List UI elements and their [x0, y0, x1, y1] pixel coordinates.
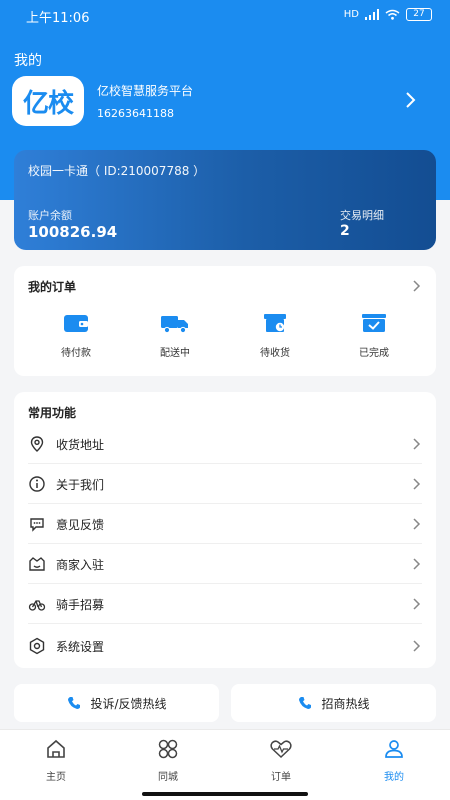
network-type-label: HD — [343, 9, 359, 20]
order-item-label: 待收货 — [260, 348, 290, 359]
heart-pulse-icon — [270, 740, 292, 759]
menu-item-label: 收货地址 — [56, 438, 105, 452]
home-icon — [47, 739, 65, 758]
chevron-right-icon — [413, 640, 421, 652]
shop-icon — [29, 557, 45, 571]
page-title: 我的 — [14, 53, 42, 69]
functions-panel: 常用功能 收货地址 关于我们 意见反馈 商家入驻 骑手招募 系统设置 — [14, 392, 436, 668]
campus-card[interactable]: 校园一卡通（ ID:210007788 ） 账户余额 100826.94 交易明… — [14, 150, 436, 250]
card-title: 校园一卡通（ ID:210007788 ） — [28, 164, 206, 178]
truck-icon — [161, 316, 188, 334]
menu-item-settings[interactable]: 系统设置 — [14, 626, 436, 666]
menu-item-label: 关于我们 — [56, 478, 105, 492]
menu-item-feedback[interactable]: 意见反馈 — [14, 504, 436, 544]
menu-item-address[interactable]: 收货地址 — [14, 424, 436, 464]
menu-item-label: 意见反馈 — [56, 518, 105, 532]
order-item-label: 待付款 — [61, 348, 91, 359]
signal-icon — [365, 9, 379, 20]
orders-panel: 我的订单 待付款 配送中 待收货 已完成 — [14, 266, 436, 376]
person-icon — [385, 740, 403, 758]
tab-orders[interactable]: 订单 — [251, 738, 311, 783]
balance-label: 账户余额 — [28, 209, 72, 222]
checked-box-icon — [362, 314, 386, 332]
user-phone: 16263641188 — [97, 107, 174, 120]
chevron-right-icon — [413, 558, 421, 570]
feedback-icon — [30, 518, 44, 532]
wallet-icon — [64, 315, 88, 332]
complaint-hotline-button[interactable]: 投诉/反馈热线 — [14, 684, 219, 722]
settings-icon — [29, 637, 45, 655]
order-pending-receipt[interactable]: 待收货 — [235, 312, 315, 359]
chevron-right-icon — [413, 438, 421, 450]
complaint-hotline-label: 投诉/反馈热线 — [90, 696, 167, 711]
order-completed[interactable]: 已完成 — [334, 312, 414, 359]
package-clock-icon — [264, 314, 286, 332]
orders-title: 我的订单 — [28, 280, 77, 294]
bottom-tab-bar: 主页 同城 订单 我的 — [0, 729, 450, 800]
transactions-value[interactable]: 2 — [340, 223, 350, 239]
tab-local[interactable]: 同城 — [138, 738, 198, 783]
platform-name: 亿校智慧服务平台 — [97, 84, 194, 98]
order-in-delivery[interactable]: 配送中 — [135, 312, 215, 359]
phone-icon — [68, 697, 81, 709]
tab-label: 我的 — [384, 772, 404, 783]
menu-item-label: 系统设置 — [56, 640, 105, 654]
menu-item-about[interactable]: 关于我们 — [14, 464, 436, 504]
chevron-right-icon — [413, 518, 421, 530]
order-item-label: 配送中 — [160, 348, 190, 359]
grid-icon — [158, 739, 178, 759]
school-logo: 亿校 — [12, 76, 84, 126]
tab-label: 订单 — [271, 772, 291, 783]
tab-home[interactable]: 主页 — [26, 738, 86, 783]
tab-label: 主页 — [46, 772, 66, 783]
status-icons: HD 27 — [344, 8, 432, 21]
menu-item-merchant[interactable]: 商家入驻 — [14, 544, 436, 584]
chevron-right-icon — [413, 478, 421, 490]
order-pending-payment[interactable]: 待付款 — [36, 312, 116, 359]
menu-item-label: 商家入驻 — [56, 558, 105, 572]
business-hotline-button[interactable]: 招商热线 — [231, 684, 436, 722]
orders-chevron-icon[interactable] — [412, 279, 422, 293]
tab-label: 同城 — [158, 772, 178, 783]
battery-icon: 27 — [406, 8, 432, 21]
profile-chevron-icon[interactable] — [404, 90, 418, 110]
tab-mine[interactable]: 我的 — [364, 738, 424, 783]
wifi-icon — [385, 9, 400, 20]
bicycle-icon — [28, 600, 46, 611]
phone-icon — [299, 697, 312, 709]
info-icon — [29, 476, 45, 492]
functions-title: 常用功能 — [28, 406, 77, 420]
chevron-right-icon — [413, 598, 421, 610]
status-bar: 上午11:06 HD 27 — [0, 0, 450, 32]
status-time: 上午11:06 — [26, 11, 90, 26]
home-indicator[interactable] — [142, 792, 308, 796]
menu-item-rider[interactable]: 骑手招募 — [14, 584, 436, 624]
location-icon — [30, 436, 44, 452]
menu-item-label: 骑手招募 — [56, 598, 105, 612]
divider — [28, 623, 422, 624]
business-hotline-label: 招商热线 — [321, 696, 370, 711]
transactions-label[interactable]: 交易明细 — [340, 207, 384, 223]
order-item-label: 已完成 — [359, 348, 389, 359]
balance-value: 100826.94 — [28, 223, 118, 241]
